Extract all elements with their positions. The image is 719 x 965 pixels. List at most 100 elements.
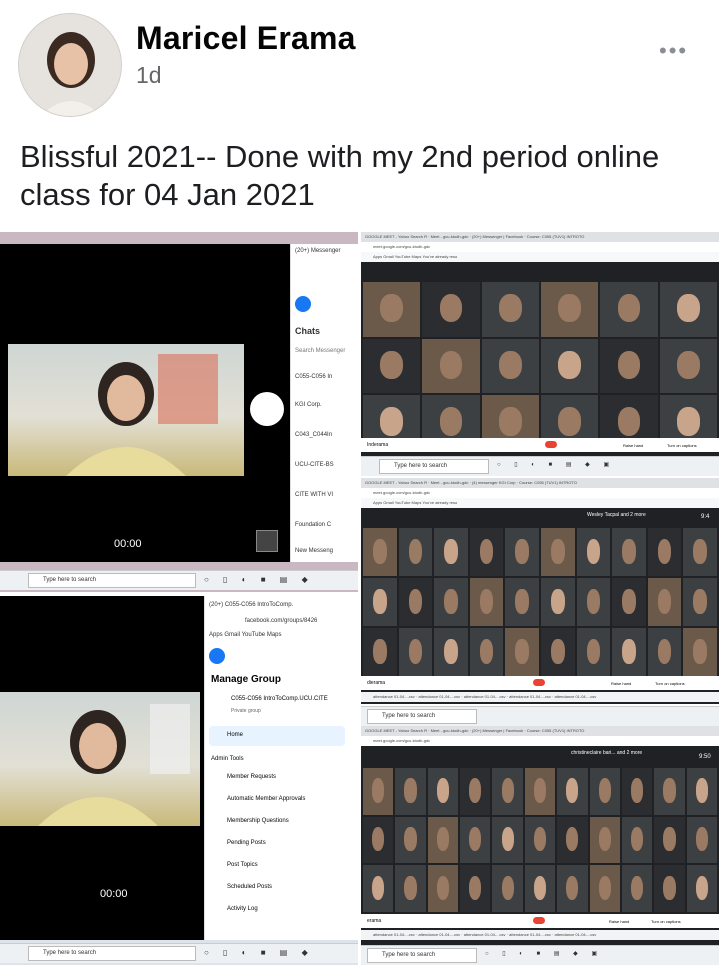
participant-tile[interactable]	[427, 865, 459, 912]
participant-tile[interactable]	[557, 865, 588, 912]
participant-tile[interactable]	[612, 578, 646, 626]
participant-tile[interactable]	[434, 578, 468, 626]
captions-button[interactable]: Turn on captions	[655, 681, 685, 686]
taskbar-search[interactable]: Type here to search	[367, 948, 477, 963]
author-avatar[interactable]	[18, 13, 122, 117]
participant-tile[interactable]	[481, 338, 539, 394]
participant-tile[interactable]	[481, 282, 539, 337]
browser-tab[interactable]: (20+) C055-C056 IntroToComp.	[209, 602, 293, 608]
downloads-bar[interactable]: attendance 01-04-...csv · attendance 01-…	[361, 930, 719, 940]
screenshot-camera-messenger[interactable]: 00:00 (20+) Messenger Chats Search Messe…	[0, 232, 358, 592]
leave-call-button[interactable]	[533, 679, 545, 686]
participant-tile[interactable]	[469, 528, 504, 576]
address-bar[interactable]: meet.google.com/gcu-ktodh-gdc	[361, 488, 719, 498]
downloads-bar[interactable]: attendance 01-04-...csv · attendance 01-…	[361, 692, 719, 702]
participant-tile[interactable]	[557, 768, 588, 815]
participant-tile[interactable]	[422, 338, 480, 394]
participant-tile[interactable]	[654, 768, 685, 815]
bookmarks-bar[interactable]: Apps Gmail YouTube Maps	[209, 632, 282, 638]
participant-tile[interactable]	[621, 865, 653, 912]
meeting-code[interactable]: Inderama	[367, 442, 388, 448]
address-bar[interactable]: facebook.com/groups/8426	[245, 618, 317, 624]
participant-tile[interactable]	[540, 282, 599, 337]
browser-tabs[interactable]: GOOGLE MEET - Yahoo Search R · Meet - gc…	[361, 478, 719, 488]
participant-tile[interactable]	[363, 528, 397, 576]
post-timestamp[interactable]: 1d	[136, 62, 162, 89]
participant-tile[interactable]	[686, 816, 717, 864]
meeting-code[interactable]: erama	[367, 918, 381, 924]
tool-scheduled-posts[interactable]: Scheduled Posts	[227, 884, 272, 890]
camera-gallery-thumb[interactable]	[256, 530, 278, 552]
participant-tile[interactable]	[621, 768, 653, 815]
participant-tile[interactable]	[659, 338, 717, 394]
participant-tile[interactable]	[524, 865, 556, 912]
taskbar-search[interactable]: Type here to search	[379, 459, 489, 474]
raise-hand-button[interactable]: Raise hand	[609, 919, 629, 924]
participant-tile[interactable]	[492, 768, 523, 815]
raise-hand-button[interactable]: Raise hand	[611, 681, 631, 686]
messenger-search[interactable]: Search Messenger	[295, 348, 345, 354]
raise-hand-button[interactable]: Raise hand	[623, 443, 643, 448]
participant-tile[interactable]	[363, 816, 394, 864]
participant-tile[interactable]	[363, 865, 394, 912]
participant-tile[interactable]	[647, 628, 682, 676]
participant-tile[interactable]	[505, 628, 539, 676]
screenshot-meet-2[interactable]: GOOGLE MEET - Yahoo Search R · Meet - gc…	[361, 478, 719, 704]
participant-tile[interactable]	[576, 628, 611, 676]
fb-logo-icon[interactable]	[295, 296, 315, 312]
participant-tile[interactable]	[434, 528, 468, 576]
participant-tile[interactable]	[659, 282, 717, 337]
participant-tile[interactable]	[683, 578, 717, 626]
taskbar-search[interactable]: Type here to search	[28, 573, 196, 588]
tool-member-requests[interactable]: Member Requests	[227, 774, 276, 780]
participant-tile[interactable]	[363, 768, 394, 815]
taskbar-icons[interactable]: ○ ▯ ◐ ■ ▤ ◆ ▣	[497, 461, 615, 468]
more-dots-icon[interactable]: •••	[659, 38, 688, 64]
participant-tile[interactable]	[576, 528, 611, 576]
tool-post-topics[interactable]: Post Topics	[227, 862, 258, 868]
participant-tile[interactable]	[576, 578, 611, 626]
participant-tile[interactable]	[589, 816, 620, 864]
participant-tile[interactable]	[621, 816, 653, 864]
address-bar[interactable]: meet.google.com/gcu-ktodh-gdc	[361, 736, 719, 746]
participant-tile[interactable]	[589, 768, 620, 815]
group-name[interactable]: C055-C056 IntroToComp.UCU.CITE	[231, 696, 328, 702]
taskbar-icons[interactable]: ○ ▯ ◐ ■ ▤ ◆ ▣	[485, 950, 603, 957]
participant-tile[interactable]	[492, 816, 523, 864]
participant-tile[interactable]	[469, 578, 504, 626]
participant-tile[interactable]	[422, 282, 480, 337]
author-name[interactable]: Maricel Erama	[136, 20, 356, 57]
participant-tile[interactable]	[557, 816, 588, 864]
tool-activity-log[interactable]: Activity Log	[227, 906, 258, 912]
participant-tile[interactable]	[540, 628, 575, 676]
participant-tile[interactable]	[654, 816, 685, 864]
screenshot-camera-facebook[interactable]: 00:00 (20+) C055-C056 IntroToComp. faceb…	[0, 596, 358, 965]
participant-tile[interactable]	[460, 865, 491, 912]
participant-tile[interactable]	[398, 578, 433, 626]
fb-logo-icon[interactable]	[209, 648, 229, 664]
chat-item-2[interactable]: KGI Corp.	[295, 402, 322, 408]
participant-tile[interactable]	[363, 578, 397, 626]
bookmarks-bar[interactable]: Apps Gmail YouTube Maps You've already r…	[361, 498, 719, 508]
participant-tile[interactable]	[427, 816, 459, 864]
participant-tile[interactable]	[612, 528, 646, 576]
captions-button[interactable]: Turn on captions	[667, 443, 697, 448]
photo-collage[interactable]: 00:00 (20+) Messenger Chats Search Messe…	[0, 232, 719, 965]
participant-tile[interactable]	[683, 628, 717, 676]
tool-pending-posts[interactable]: Pending Posts	[227, 840, 266, 846]
tool-auto-approvals[interactable]: Automatic Member Approvals	[227, 796, 305, 802]
new-message-button[interactable]: New Messeng	[295, 548, 333, 554]
chat-item-1[interactable]: C055-C056 In	[295, 374, 332, 380]
participant-tile[interactable]	[589, 865, 620, 912]
participant-tile[interactable]	[654, 865, 685, 912]
taskbar-search[interactable]: Type here to search	[367, 709, 477, 724]
participant-tile[interactable]	[398, 628, 433, 676]
bookmarks-bar[interactable]: Apps Gmail YouTube Maps You've already r…	[361, 252, 719, 262]
meeting-code[interactable]: dierama	[367, 680, 385, 686]
chat-item-3[interactable]: C043_C044In	[295, 432, 332, 438]
participant-tile[interactable]	[460, 768, 491, 815]
participant-tile[interactable]	[427, 768, 459, 815]
leave-call-button[interactable]	[533, 917, 545, 924]
participant-tile[interactable]	[395, 816, 426, 864]
chat-item-4[interactable]: UCU-CITE-BS	[295, 462, 334, 468]
